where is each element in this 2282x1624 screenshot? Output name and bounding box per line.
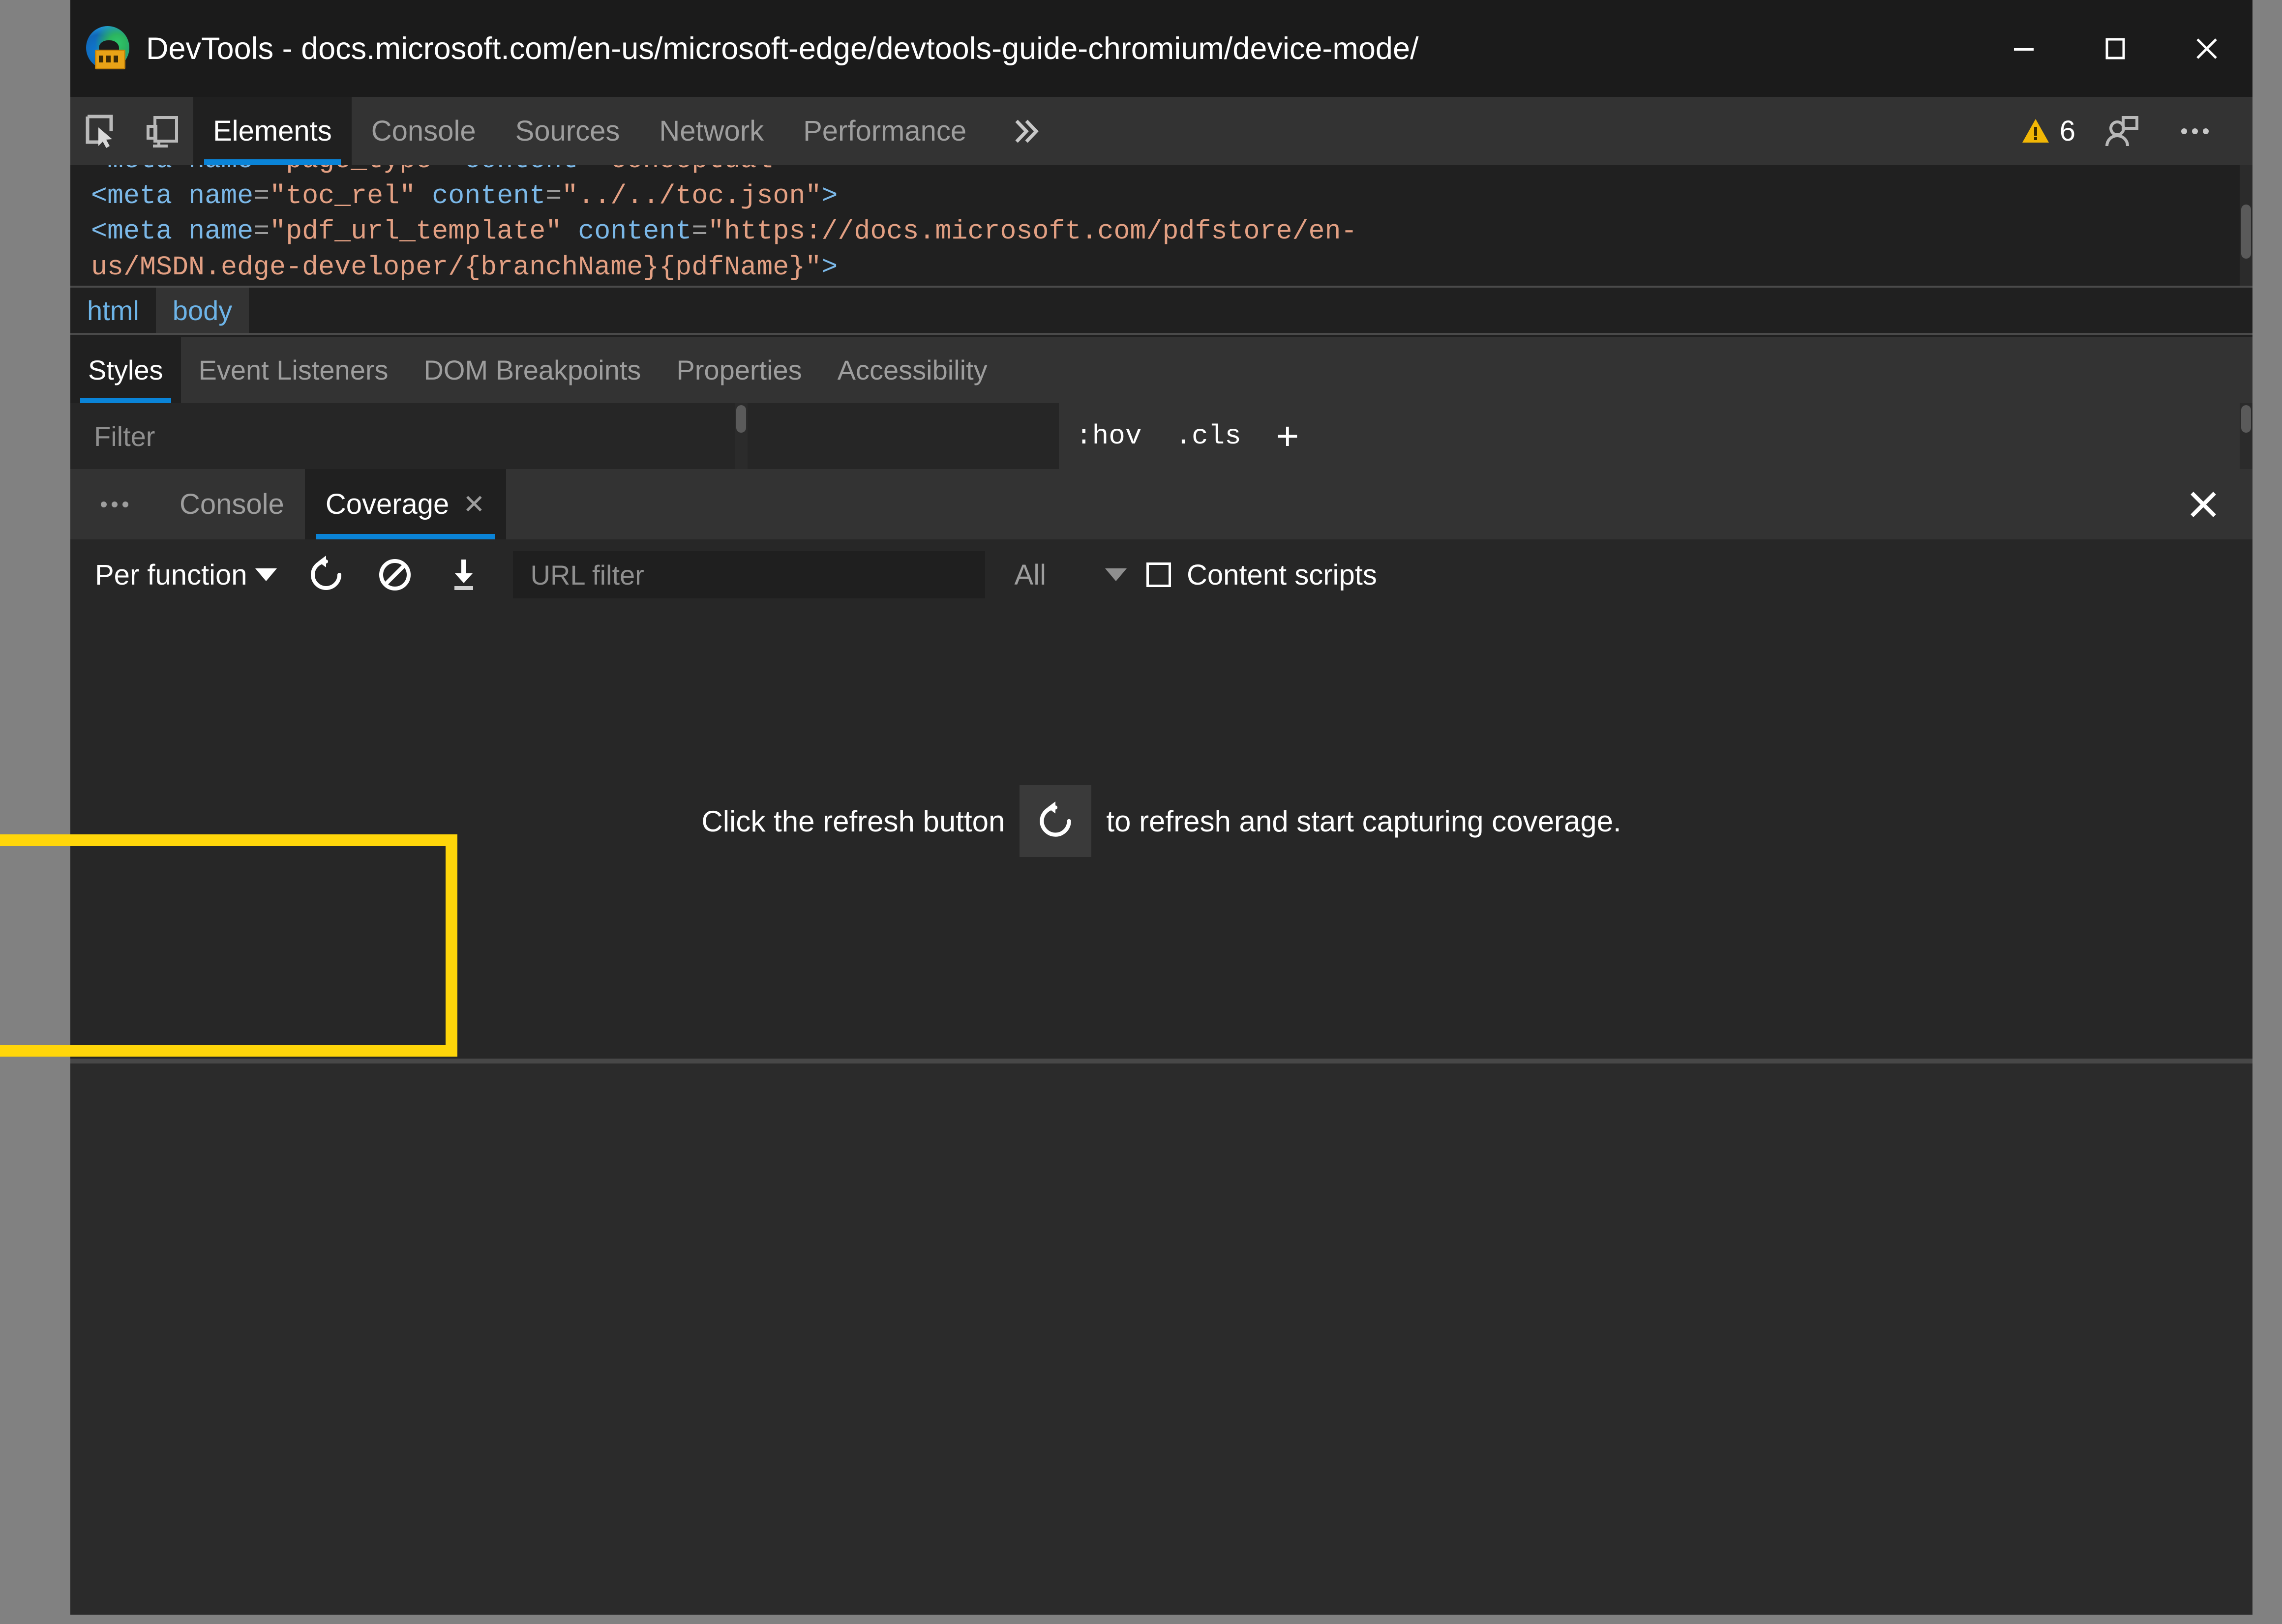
breadcrumb-label: html xyxy=(87,295,139,326)
styles-filter-input[interactable]: Filter xyxy=(70,403,1059,469)
more-tabs-button[interactable] xyxy=(986,97,1064,165)
drawer-tab-console[interactable]: Console xyxy=(159,469,305,539)
more-horizontal-icon[interactable] xyxy=(70,469,159,539)
clear-all-icon xyxy=(379,559,411,591)
tab-label: Console xyxy=(180,488,284,520)
window-controls xyxy=(1978,0,2252,97)
close-tab-icon[interactable]: ✕ xyxy=(463,489,485,520)
refresh-icon xyxy=(310,556,341,590)
tab-label: Event Listeners xyxy=(198,354,389,385)
tab-accessibility[interactable]: Accessibility xyxy=(820,337,1005,403)
code-line: <meta name="page_type" content="conceptu… xyxy=(91,165,1357,178)
elements-dom-tree[interactable]: <meta name="page_type" content="conceptu… xyxy=(70,165,2252,286)
tab-properties[interactable]: Properties xyxy=(659,337,819,403)
tab-label: Elements xyxy=(213,115,332,147)
plus-icon: + xyxy=(1276,414,1299,458)
lower-empty-pane xyxy=(70,1063,2252,1615)
cls-label: .cls xyxy=(1175,420,1241,452)
coverage-results-pane: Click the refresh button to refresh and … xyxy=(70,610,2252,1059)
tab-network[interactable]: Network xyxy=(639,97,783,165)
breadcrumb-label: body xyxy=(172,295,233,326)
tab-label: Styles xyxy=(88,354,163,385)
code-line: us/MSDN.edge-developer/{branchName}{pdfN… xyxy=(91,251,838,283)
close-button[interactable] xyxy=(2161,0,2252,97)
code-line: <meta name="toc_rel" content="../../toc.… xyxy=(91,180,838,211)
inspect-element-icon[interactable] xyxy=(70,97,132,165)
dom-source-code: <meta name="page_type" content="conceptu… xyxy=(70,165,1357,285)
styles-sidebar-tab-bar: Styles Event Listeners DOM Breakpoints P… xyxy=(70,337,2252,403)
mode-label: Per function xyxy=(95,559,247,591)
breadcrumb-item-body[interactable]: body xyxy=(155,288,249,333)
breadcrumb-item-html[interactable]: html xyxy=(70,288,156,333)
checkbox-box[interactable] xyxy=(1146,562,1171,587)
chevron-double-right-icon xyxy=(1015,119,1039,143)
styles-scrollbar-right[interactable] xyxy=(2240,403,2252,469)
more-vertical-icon[interactable] xyxy=(2158,111,2232,152)
close-drawer-button[interactable] xyxy=(2154,469,2252,539)
send-feedback-icon[interactable] xyxy=(2084,111,2158,152)
device-emulation-icon[interactable] xyxy=(132,97,193,165)
coverage-empty-refresh-button[interactable] xyxy=(1020,785,1092,857)
chevron-down-icon xyxy=(255,568,277,581)
tab-label: DOM Breakpoints xyxy=(423,354,641,385)
warnings-indicator[interactable]: 6 xyxy=(2010,114,2084,148)
url-filter-placeholder: URL filter xyxy=(530,559,644,591)
tab-elements[interactable]: Elements xyxy=(193,97,352,165)
content-scripts-label: Content scripts xyxy=(1186,559,1377,591)
tab-dom-breakpoints[interactable]: DOM Breakpoints xyxy=(406,337,659,403)
coverage-empty-state: Click the refresh button to refresh and … xyxy=(70,785,2252,857)
filter-placeholder: Filter xyxy=(94,420,155,452)
pane-divider[interactable] xyxy=(70,1059,2252,1063)
toolbar-right-group: 6 xyxy=(2010,97,2252,165)
tab-label: Performance xyxy=(803,115,967,147)
drawer-tab-bar: Console Coverage ✕ xyxy=(70,469,2252,539)
hov-label: :hov xyxy=(1076,420,1142,452)
toggle-element-classes-button[interactable]: .cls xyxy=(1158,403,1258,469)
elements-scrollbar[interactable] xyxy=(2240,165,2252,286)
warning-triangle-icon xyxy=(2022,118,2049,143)
devtools-tab-bar: Elements Console Sources Network Perform… xyxy=(70,97,2252,165)
drawer-tab-coverage[interactable]: Coverage ✕ xyxy=(304,469,506,539)
breadcrumb: html body xyxy=(70,286,2252,335)
tab-label: Accessibility xyxy=(837,354,988,385)
coverage-url-filter-input[interactable]: URL filter xyxy=(512,551,985,598)
per-function-dropdown[interactable]: Per function xyxy=(70,559,292,591)
refresh-icon xyxy=(1040,801,1072,837)
tab-event-listeners[interactable]: Event Listeners xyxy=(181,337,406,403)
maximize-button[interactable] xyxy=(2070,0,2161,97)
tab-console[interactable]: Console xyxy=(352,97,496,165)
devtools-window: DevTools - docs.microsoft.com/en-us/micr… xyxy=(70,0,2252,1615)
tab-styles[interactable]: Styles xyxy=(70,337,181,403)
tab-label: Sources xyxy=(515,115,620,147)
styles-filter-bar: Filter :hov .cls + xyxy=(70,403,2252,469)
empty-message-after: to refresh and start capturing coverage. xyxy=(1106,804,1621,838)
tab-label: Coverage xyxy=(325,488,450,520)
coverage-toolbar: Per function URL filter All Content scri… xyxy=(70,539,2252,610)
tab-label: Network xyxy=(659,115,764,147)
edge-devtools-icon xyxy=(84,25,131,72)
type-filter-label: All xyxy=(1014,559,1046,591)
coverage-type-filter-dropdown[interactable]: All xyxy=(985,559,1146,591)
content-scripts-checkbox[interactable]: Content scripts xyxy=(1146,559,1377,591)
title-bar: DevTools - docs.microsoft.com/en-us/micr… xyxy=(70,0,2252,97)
tab-sources[interactable]: Sources xyxy=(496,97,640,165)
tab-label: Console xyxy=(371,115,476,147)
coverage-export-button[interactable] xyxy=(429,539,498,610)
toggle-pseudo-states-button[interactable]: :hov xyxy=(1059,403,1158,469)
styles-scrollbar[interactable] xyxy=(735,403,748,469)
window-title: DevTools - docs.microsoft.com/en-us/micr… xyxy=(146,31,1419,66)
coverage-clear-button[interactable] xyxy=(360,539,429,610)
warning-count: 6 xyxy=(2059,115,2075,147)
minimize-button[interactable] xyxy=(1978,0,2070,97)
chevron-down-icon xyxy=(1105,568,1127,581)
code-line: <meta name="pdf_url_template" content="h… xyxy=(91,216,1357,247)
new-style-rule-button[interactable]: + xyxy=(1258,403,1317,469)
coverage-reload-button[interactable] xyxy=(292,539,360,610)
tab-performance[interactable]: Performance xyxy=(783,97,986,165)
tab-label: Properties xyxy=(676,354,802,385)
empty-message-before: Click the refresh button xyxy=(701,804,1005,838)
close-drawer-icon xyxy=(2191,491,2216,517)
download-icon xyxy=(454,560,473,590)
